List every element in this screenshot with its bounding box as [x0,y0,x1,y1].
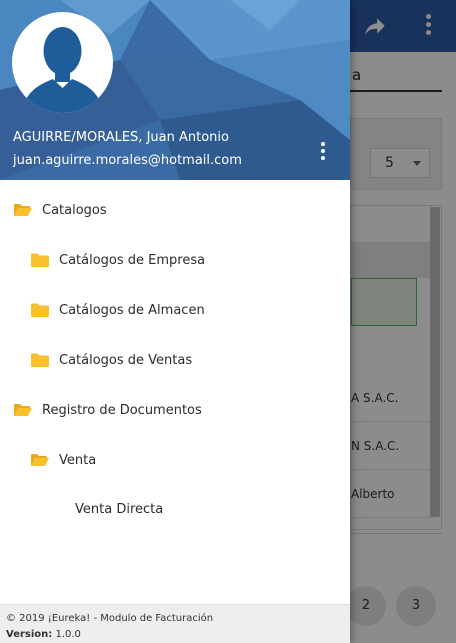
menu-item-label: Venta Directa [75,501,164,517]
menu-item-venta-directa[interactable]: Venta Directa [75,494,163,524]
folder-icon [31,353,49,367]
folder-icon [31,253,49,267]
drawer-footer: © 2019 ¡Eureka! - Modulo de Facturación … [0,604,350,643]
menu-item-catalogos-empresa[interactable]: Catálogos de Empresa [31,245,205,275]
user-silhouette-icon [22,27,103,113]
menu-item-label: Venta [59,452,97,468]
menu-item-registro-documentos[interactable]: Registro de Documentos [14,395,202,425]
folder-open-icon [14,404,32,416]
user-email: juan.aguirre.morales@hotmail.com [13,153,242,168]
folder-icon [31,303,49,317]
drawer-header: AGUIRRE/MORALES, Juan Antonio juan.aguir… [0,0,350,180]
folder-open-icon [31,454,49,466]
avatar[interactable] [12,12,113,113]
menu-item-catalogos-ventas[interactable]: Catálogos de Ventas [31,345,192,375]
menu-item-label: Catalogos [42,202,107,218]
menu-item-label: Registro de Documentos [42,402,202,418]
navigation-drawer: AGUIRRE/MORALES, Juan Antonio juan.aguir… [0,0,350,643]
menu-item-label: Catálogos de Empresa [59,252,206,268]
menu-item-label: Catálogos de Ventas [59,352,193,368]
folder-open-icon [14,204,32,216]
menu-item-venta[interactable]: Venta [31,445,96,475]
menu-item-catalogos-almacen[interactable]: Catálogos de Almacen [31,295,205,325]
version-text: Version: 1.0.0 [6,629,81,640]
menu-item-catalogos[interactable]: Catalogos [14,195,107,225]
more-vert-icon[interactable] [314,141,332,163]
menu-item-label: Catálogos de Almacen [59,302,205,318]
version-value: 1.0.0 [55,629,81,640]
version-label: Version: [6,629,53,640]
user-name: AGUIRRE/MORALES, Juan Antonio [13,130,229,145]
copyright-text: © 2019 ¡Eureka! - Modulo de Facturación [6,613,214,624]
